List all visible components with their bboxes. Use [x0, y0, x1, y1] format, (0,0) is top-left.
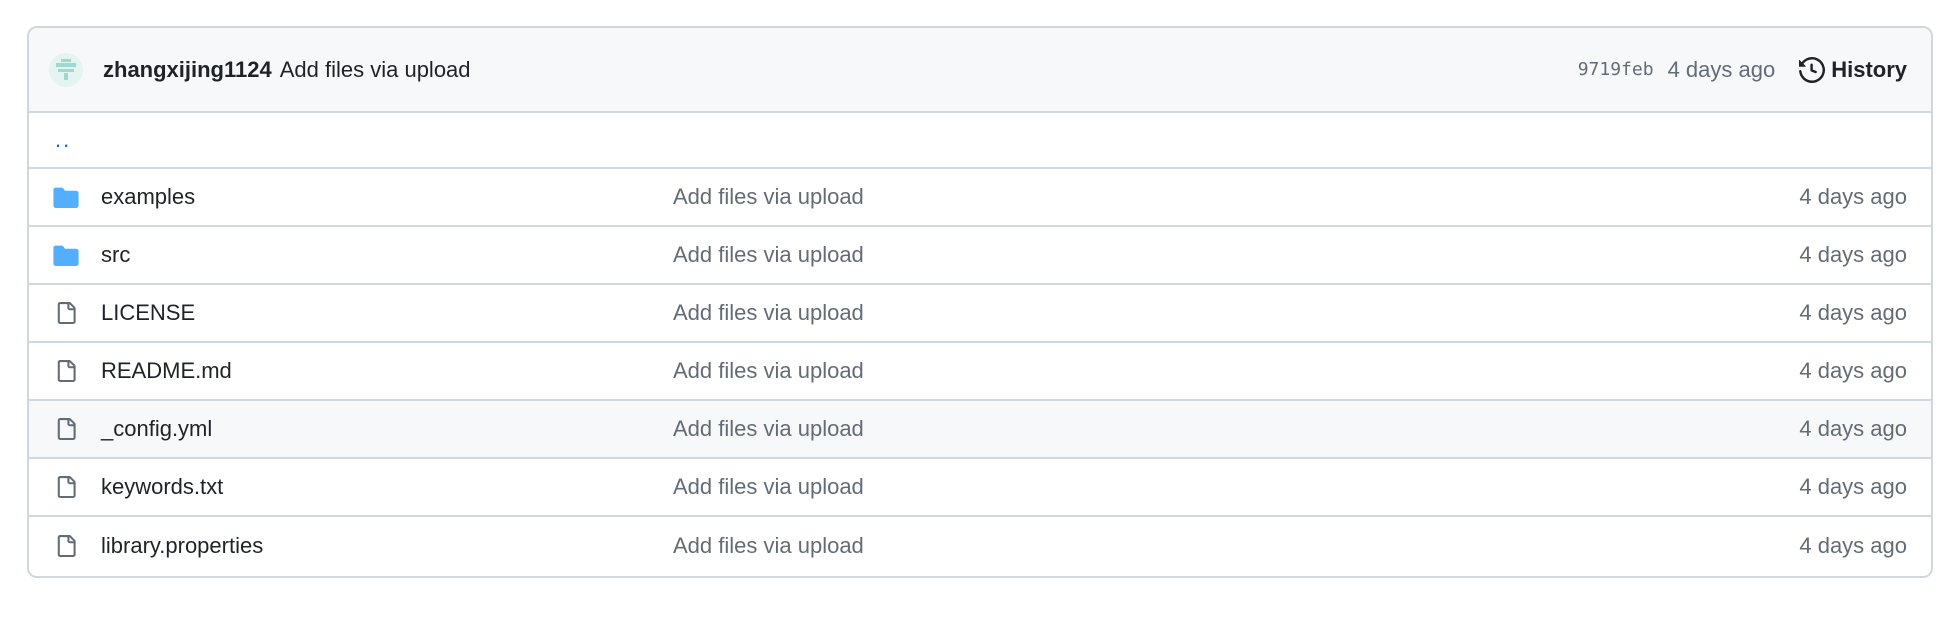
file-age: 4 days ago	[1799, 416, 1907, 441]
avatar[interactable]	[49, 52, 83, 87]
file-name[interactable]: README.md	[101, 358, 673, 384]
file-icon	[51, 298, 81, 328]
file-name[interactable]: keywords.txt	[101, 474, 673, 500]
history-button[interactable]: History	[1799, 56, 1907, 83]
file-age: 4 days ago	[1799, 300, 1907, 325]
file-commit-message[interactable]: Add files via upload	[673, 416, 1799, 442]
file-name[interactable]: LICENSE	[101, 300, 673, 326]
file-icon	[51, 472, 81, 502]
file-row-examples[interactable]: examples Add files via upload 4 days ago	[29, 169, 1931, 227]
file-age: 4 days ago	[1799, 358, 1907, 383]
folder-icon	[51, 182, 81, 212]
file-commit-message[interactable]: Add files via upload	[673, 358, 1799, 384]
file-name[interactable]: examples	[101, 184, 673, 210]
parent-directory-link[interactable]: ..	[51, 127, 71, 153]
file-name[interactable]: library.properties	[101, 533, 673, 559]
file-row-keywords[interactable]: keywords.txt Add files via upload 4 days…	[29, 459, 1931, 517]
file-age: 4 days ago	[1799, 184, 1907, 209]
commit-message[interactable]: Add files via upload	[280, 57, 471, 83]
file-commit-message[interactable]: Add files via upload	[673, 533, 1799, 559]
commit-age: 4 days ago	[1667, 56, 1776, 82]
latest-commit-bar: zhangxijing1124 Add files via upload 971…	[29, 28, 1931, 113]
avatar-identicon-icon	[56, 58, 76, 80]
parent-directory-row[interactable]: ..	[29, 113, 1931, 169]
file-commit-message[interactable]: Add files via upload	[673, 474, 1799, 500]
file-row-license[interactable]: LICENSE Add files via upload 4 days ago	[29, 285, 1931, 343]
history-icon	[1799, 56, 1826, 83]
file-row-readme[interactable]: README.md Add files via upload 4 days ag…	[29, 343, 1931, 401]
file-row-library-properties[interactable]: library.properties Add files via upload …	[29, 517, 1931, 574]
commit-sha[interactable]: 9719feb	[1578, 59, 1654, 80]
file-row-src[interactable]: src Add files via upload 4 days ago	[29, 227, 1931, 285]
file-commit-message[interactable]: Add files via upload	[673, 184, 1799, 210]
file-name[interactable]: src	[101, 242, 673, 268]
file-icon	[51, 531, 81, 561]
file-age: 4 days ago	[1799, 242, 1907, 267]
commit-author[interactable]: zhangxijing1124	[103, 57, 272, 83]
file-icon	[51, 414, 81, 444]
file-name[interactable]: _config.yml	[101, 416, 673, 442]
file-commit-message[interactable]: Add files via upload	[673, 242, 1799, 268]
history-label: History	[1831, 56, 1907, 82]
folder-icon	[51, 240, 81, 270]
file-browser: zhangxijing1124 Add files via upload 971…	[27, 26, 1933, 578]
file-row-config[interactable]: _config.yml Add files via upload 4 days …	[29, 401, 1931, 459]
file-age: 4 days ago	[1799, 474, 1907, 499]
file-icon	[51, 356, 81, 386]
file-commit-message[interactable]: Add files via upload	[673, 300, 1799, 326]
file-age: 4 days ago	[1799, 532, 1907, 558]
